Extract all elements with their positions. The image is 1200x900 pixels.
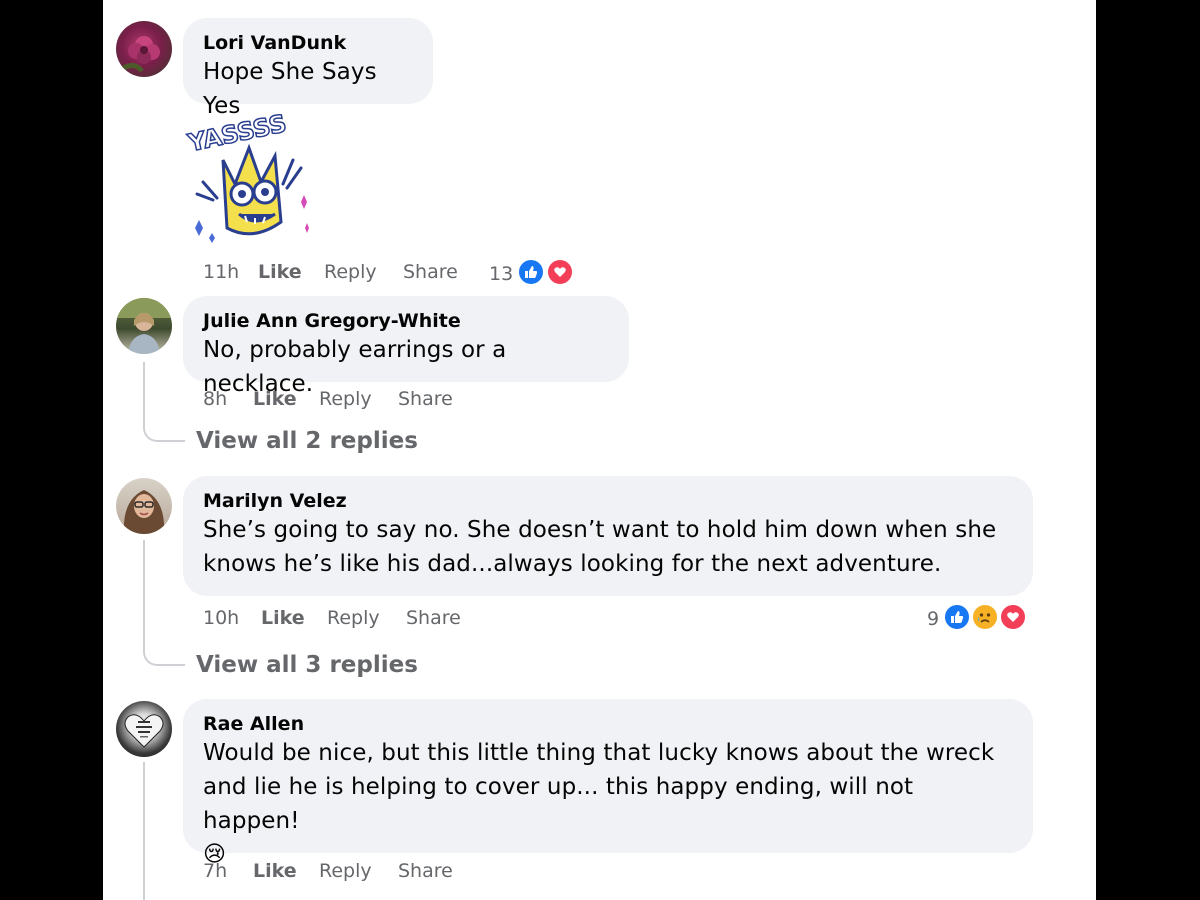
share-button[interactable]: Share [406, 607, 461, 629]
comment-text-line: Would be nice, but this little thing tha… [203, 740, 995, 766]
thread-line [143, 540, 145, 646]
like-icon [943, 603, 971, 631]
avatar[interactable] [116, 21, 172, 77]
comment-author[interactable]: Marilyn Velez [203, 489, 1013, 513]
like-button[interactable]: Like [253, 860, 319, 882]
avatar[interactable] [116, 478, 172, 534]
view-replies-link[interactable]: View all 3 replies [196, 650, 418, 680]
like-button[interactable]: Like [261, 607, 327, 629]
share-button[interactable]: Share [403, 261, 458, 283]
comment-actions: 8h Like Reply Share [203, 385, 453, 413]
comment-bubble: Julie Ann Gregory-White No, probably ear… [183, 296, 629, 397]
reply-button[interactable]: Reply [319, 860, 398, 882]
comment-actions: 11h Like Reply Share [203, 258, 458, 286]
comments-panel: Lori VanDunk Hope She Says Yes YASSSS 11… [103, 0, 1096, 900]
avatar[interactable] [116, 298, 172, 354]
comment-bubble: Rae Allen Would be nice, but this little… [183, 699, 1033, 867]
reply-button[interactable]: Reply [324, 261, 403, 283]
love-icon [999, 603, 1027, 631]
comment-actions: 10h Like Reply Share [203, 604, 461, 632]
comment-text-line: She’s going to say no. She doesn’t want … [203, 517, 997, 543]
flower-icon [120, 36, 160, 73]
reply-button[interactable]: Reply [327, 607, 406, 629]
reaction-count[interactable]: 13 [489, 260, 513, 288]
love-icon [546, 258, 574, 286]
reply-button[interactable]: Reply [319, 388, 398, 410]
person-photo-icon [116, 298, 172, 354]
comment-bubble: Lori VanDunk Hope She Says Yes [183, 18, 433, 119]
yassss-sticker[interactable]: YASSSS [183, 108, 318, 250]
sticker-text: YASSSS [185, 110, 289, 158]
crown-sticker-icon: YASSSS [184, 108, 309, 243]
thread-line [143, 762, 145, 900]
comment-time[interactable]: 11h [203, 261, 258, 283]
comment-bubble: Marilyn Velez She’s going to say no. She… [183, 476, 1033, 596]
comment-author[interactable]: Rae Allen [203, 712, 1013, 736]
avatar[interactable] [116, 701, 172, 757]
comment-time[interactable]: 8h [203, 388, 253, 410]
thread-line [143, 362, 145, 422]
sad-icon [971, 603, 999, 631]
heart-badge-icon [124, 714, 164, 748]
thread-connector [143, 420, 185, 442]
share-button[interactable]: Share [398, 860, 453, 882]
comment-time[interactable]: 7h [203, 860, 253, 882]
thread-connector [143, 644, 185, 666]
reaction-count[interactable]: 9 [927, 605, 939, 633]
like-button[interactable]: Like [258, 261, 324, 283]
comment-author[interactable]: Lori VanDunk [203, 31, 413, 55]
comment-author[interactable]: Julie Ann Gregory-White [203, 309, 609, 333]
comment-text-line: and lie he is helping to cover up... thi… [203, 774, 914, 834]
comment-text-line: knows he’s like his dad...always looking… [203, 551, 942, 577]
share-button[interactable]: Share [398, 388, 453, 410]
comment-actions: 7h Like Reply Share [203, 857, 453, 885]
like-icon [517, 258, 545, 286]
like-button[interactable]: Like [253, 388, 319, 410]
comment-time[interactable]: 10h [203, 607, 261, 629]
person-photo-icon [123, 490, 165, 534]
view-replies-link[interactable]: View all 2 replies [196, 426, 418, 456]
